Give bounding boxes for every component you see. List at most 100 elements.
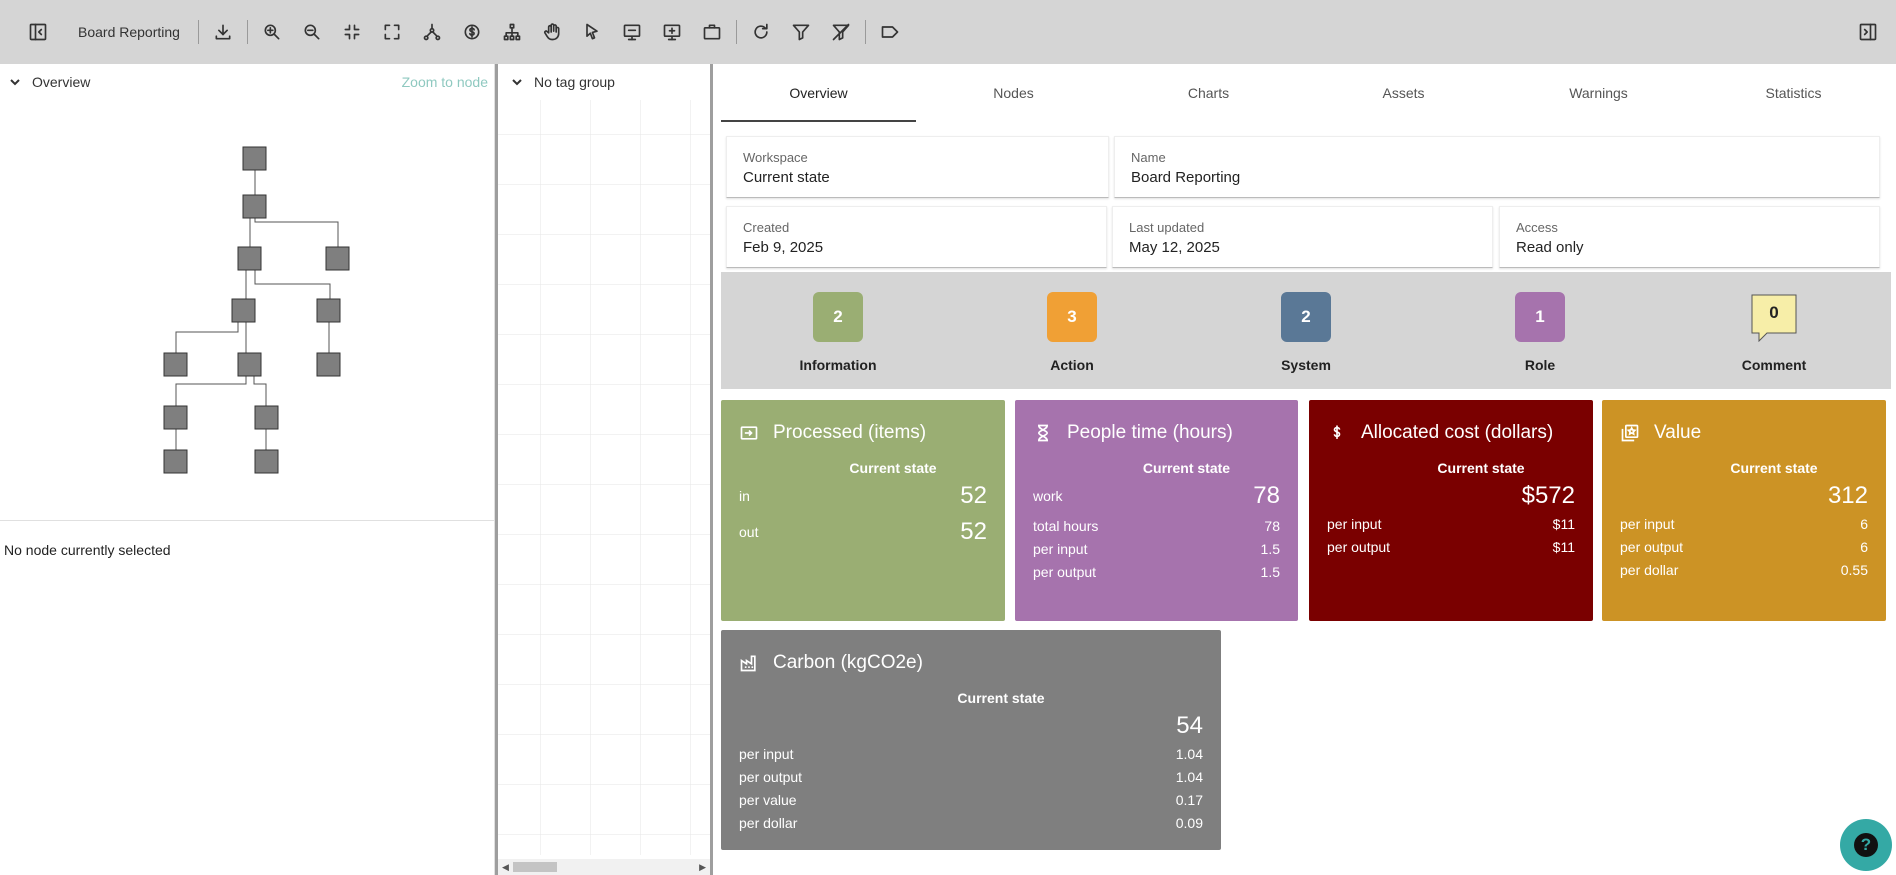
- toolbar-divider: [735, 20, 737, 44]
- grid-lines: [498, 100, 710, 855]
- processed-row-in: in 52: [739, 478, 987, 514]
- value-total: 312: [1827, 482, 1868, 509]
- toolbar-divider: [197, 20, 199, 44]
- zoom-in-icon[interactable]: [252, 12, 292, 52]
- tag-group-header[interactable]: No tag group: [498, 64, 710, 100]
- people-subtitle: Current state: [1142, 460, 1231, 476]
- name-value: Board Reporting: [1131, 169, 1241, 186]
- download-icon[interactable]: [203, 12, 243, 52]
- pan-hand-icon[interactable]: [532, 12, 572, 52]
- dollar-icon: [1333, 425, 1341, 439]
- hourglass-icon: [1037, 424, 1049, 442]
- row-label: per input: [739, 745, 794, 762]
- minimap-node: [237, 246, 262, 271]
- sidebar-toggle-right-icon[interactable]: [1848, 12, 1888, 52]
- tab-nodes[interactable]: Nodes: [916, 64, 1111, 122]
- cost-title: Allocated cost (dollars): [1361, 422, 1554, 443]
- row-value: 1.04: [1175, 745, 1203, 762]
- badge-action[interactable]: 3 Action: [955, 272, 1189, 389]
- present-icon[interactable]: [612, 12, 652, 52]
- tag-group-title: No tag group: [534, 74, 615, 90]
- row-value: 52: [960, 518, 987, 545]
- tab-warnings[interactable]: Warnings: [1501, 64, 1696, 122]
- row-value: 1.04: [1175, 768, 1203, 785]
- fullscreen-icon[interactable]: [372, 12, 412, 52]
- zoom-to-node-link[interactable]: Zoom to node: [402, 74, 488, 90]
- minimap-node: [242, 194, 267, 219]
- row-label: per dollar: [1620, 561, 1679, 578]
- clear-filter-icon[interactable]: [821, 12, 861, 52]
- row-value: 6: [1860, 538, 1868, 555]
- minimap-node: [163, 405, 188, 430]
- selection-status: No node currently selected: [4, 542, 171, 558]
- created-value: Feb 9, 2025: [743, 239, 824, 256]
- document-title: Board Reporting: [78, 24, 180, 40]
- minimap-node: [237, 352, 262, 377]
- zoom-out-icon[interactable]: [292, 12, 332, 52]
- tag-icon[interactable]: [870, 12, 910, 52]
- minimap-node: [163, 449, 188, 474]
- overview-panel: Overview Zoom to node No node currently …: [0, 64, 495, 875]
- system-count: 2: [1281, 292, 1331, 342]
- tab-overview[interactable]: Overview: [721, 64, 916, 122]
- filter-icon[interactable]: [781, 12, 821, 52]
- row-label: per input: [1327, 515, 1382, 532]
- role-count: 1: [1515, 292, 1565, 342]
- value-row-per-output: per output 6: [1620, 535, 1868, 558]
- carbon-total: 54: [1176, 712, 1203, 739]
- last-updated-field: Last updated May 12, 2025: [1112, 206, 1493, 268]
- scroll-left-icon[interactable]: ◀: [502, 862, 509, 873]
- allocated-cost-card[interactable]: Allocated cost (dollars) Current state $…: [1309, 400, 1593, 621]
- help-button[interactable]: ?: [1840, 819, 1892, 871]
- briefcase-icon[interactable]: [692, 12, 732, 52]
- hierarchy-icon[interactable]: [492, 12, 532, 52]
- people-row-per-input: per input 1.5: [1033, 537, 1280, 560]
- horizontal-scrollbar[interactable]: ◀ ▶: [498, 859, 710, 875]
- minimap-node: [316, 298, 341, 323]
- cost-icon[interactable]: [452, 12, 492, 52]
- row-value: 52: [960, 482, 987, 509]
- row-label: per output: [1033, 563, 1097, 580]
- tab-statistics[interactable]: Statistics: [1696, 64, 1891, 122]
- value-card[interactable]: Value Current state 312 per input 6 per …: [1602, 400, 1886, 621]
- minimap-node: [231, 298, 256, 323]
- pointer-icon[interactable]: [572, 12, 612, 52]
- factory-icon: [740, 655, 756, 672]
- minimap-node: [316, 352, 341, 377]
- carbon-card[interactable]: Carbon (kgCO2e) Current state 54 per inp…: [721, 630, 1221, 850]
- badge-system[interactable]: 2 System: [1189, 272, 1423, 389]
- badge-role[interactable]: 1 Role: [1423, 272, 1657, 389]
- panel-divider: [0, 520, 495, 521]
- row-value: 0.09: [1175, 814, 1203, 831]
- fit-icon[interactable]: [332, 12, 372, 52]
- row-label: per input: [1620, 515, 1675, 532]
- canvas-grid[interactable]: [498, 100, 710, 855]
- tab-assets[interactable]: Assets: [1306, 64, 1501, 122]
- row-value: 0.55: [1840, 561, 1868, 578]
- workspace-field: Workspace Current state: [726, 136, 1109, 198]
- cost-total: $572: [1521, 482, 1575, 509]
- help-icon: ?: [1854, 833, 1878, 857]
- comment-count: 0: [1769, 303, 1779, 322]
- sidebar-toggle-left-icon[interactable]: [18, 12, 58, 52]
- processed-card[interactable]: Processed (items) Current state in 52 ou…: [721, 400, 1005, 621]
- value-title: Value: [1654, 422, 1702, 443]
- refresh-icon[interactable]: [741, 12, 781, 52]
- created-label: Created: [743, 220, 790, 235]
- cost-row-per-output: per output $11: [1327, 535, 1575, 558]
- badge-comment[interactable]: 0 Comment: [1657, 272, 1891, 389]
- overview-minimap[interactable]: [0, 100, 495, 518]
- row-value: 78: [1253, 482, 1280, 509]
- scroll-right-icon[interactable]: ▶: [699, 862, 706, 873]
- badge-information[interactable]: 2 Information: [721, 272, 955, 389]
- input-icon: [740, 426, 758, 440]
- scrollbar-thumb[interactable]: [513, 862, 557, 872]
- carbon-row-per-dollar: per dollar 0.09: [739, 811, 1203, 834]
- add-screen-icon[interactable]: [652, 12, 692, 52]
- tab-charts[interactable]: Charts: [1111, 64, 1306, 122]
- row-label: per dollar: [739, 814, 798, 831]
- row-value: $11: [1552, 538, 1575, 555]
- people-time-card[interactable]: People time (hours) Current state work 7…: [1015, 400, 1298, 621]
- action-label: Action: [1050, 357, 1094, 373]
- connect-icon[interactable]: [412, 12, 452, 52]
